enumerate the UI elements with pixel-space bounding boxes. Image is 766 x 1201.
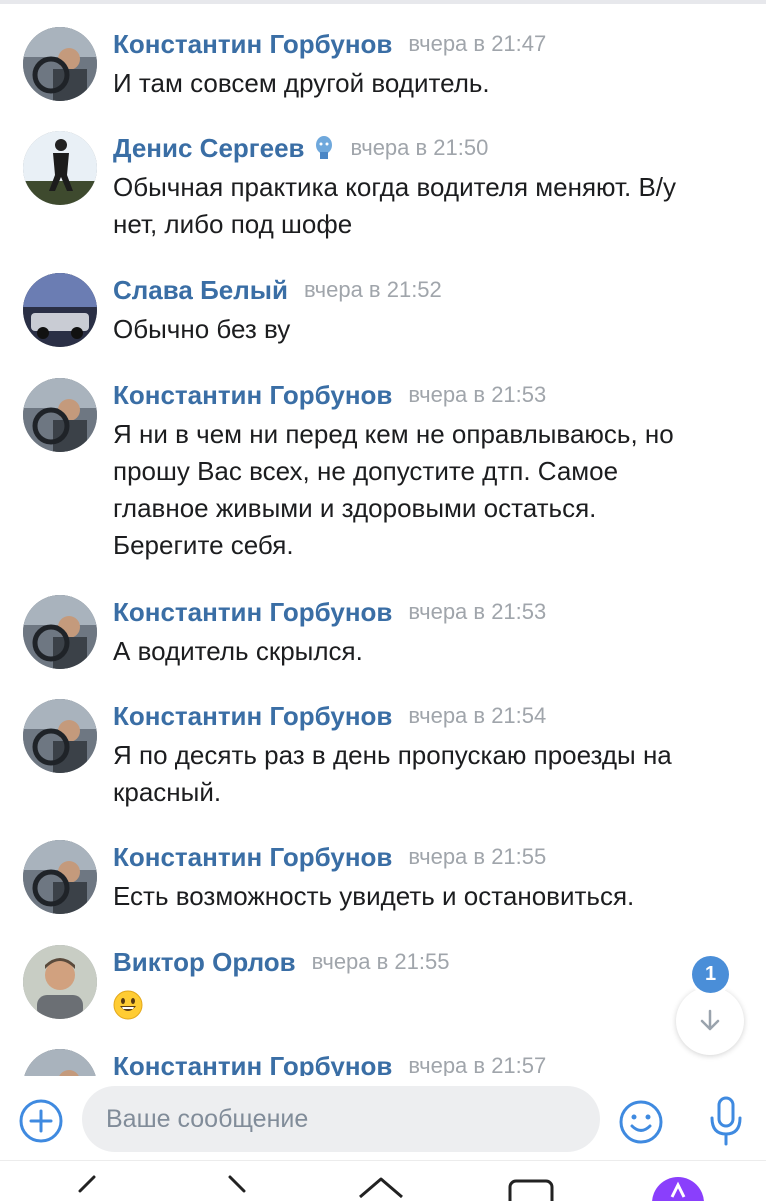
message-time: вчера в 21:53 xyxy=(408,599,547,624)
attach-button[interactable] xyxy=(18,1098,64,1144)
author-name[interactable]: Виктор Орлов xyxy=(113,947,296,977)
message-text xyxy=(113,983,743,1020)
message-line: Берегите себя. xyxy=(113,530,294,560)
bottom-nav xyxy=(0,1160,766,1201)
author-name[interactable]: Константин Горбунов xyxy=(113,1051,392,1076)
author-name[interactable]: Константин Горбунов xyxy=(113,597,392,627)
message-text: Я по десять раз в день пропускаю проезды… xyxy=(113,737,743,811)
forward-icon[interactable] xyxy=(222,1175,252,1201)
message-line: Обычная практика когда водителя меняют. … xyxy=(113,172,677,202)
message-text: Обычно без ву xyxy=(113,311,743,348)
avatar[interactable] xyxy=(23,273,97,347)
message-text: Обычная практика когда водителя меняют. … xyxy=(113,169,743,243)
author-name[interactable]: Слава Белый xyxy=(113,275,288,305)
message-text: Есть возможность увидеть и остановиться. xyxy=(113,878,743,915)
back-icon[interactable] xyxy=(72,1175,102,1201)
message-time: вчера в 21:57 xyxy=(408,1053,547,1076)
emoji-button[interactable] xyxy=(617,1098,665,1146)
message-input[interactable] xyxy=(82,1086,600,1152)
avatar[interactable] xyxy=(23,131,97,205)
message-time: вчера в 21:55 xyxy=(311,949,450,974)
avatar[interactable] xyxy=(23,595,97,669)
author-name[interactable]: Константин Горбунов xyxy=(113,842,392,872)
avatar[interactable] xyxy=(23,1049,97,1076)
avatar[interactable] xyxy=(23,27,97,101)
message-time: вчера в 21:54 xyxy=(408,703,547,728)
message-time: вчера в 21:47 xyxy=(408,31,547,56)
message-line: Есть возможность увидеть и остановиться. xyxy=(113,881,635,911)
avatar[interactable] xyxy=(23,378,97,452)
home-icon[interactable] xyxy=(356,1175,406,1201)
author-name[interactable]: Денис Сергеев xyxy=(113,133,305,163)
blue-badge-icon xyxy=(313,135,335,161)
message-time: вчера в 21:50 xyxy=(350,135,489,160)
message-line: прошу Вас всех, не допустите дтп. Самое xyxy=(113,456,619,486)
message-time: вчера в 21:52 xyxy=(303,277,442,302)
author-name[interactable]: Константин Горбунов xyxy=(113,701,392,731)
message-text: Я ни в чем ни перед кем не оправлываюсь,… xyxy=(113,416,743,564)
message-line: главное живыми и здоровыми остаться. xyxy=(113,493,597,523)
scroll-down-button[interactable] xyxy=(676,987,744,1055)
avatar[interactable] xyxy=(23,840,97,914)
message-time: вчера в 21:53 xyxy=(408,382,547,407)
avatar[interactable] xyxy=(23,945,97,1019)
avatar[interactable] xyxy=(23,699,97,773)
composer xyxy=(0,1076,766,1160)
message-line: Я по десять раз в день пропускаю проезды… xyxy=(113,740,672,770)
message-text: И там совсем другой водитель. xyxy=(113,65,743,102)
message-time: вчера в 21:55 xyxy=(408,844,547,869)
unread-count-badge[interactable]: 1 xyxy=(692,956,729,993)
message-line: нет, либо под шофе xyxy=(113,209,353,239)
message-line: красный. xyxy=(113,777,222,807)
arrow-down-icon xyxy=(700,1009,720,1031)
microphone-button[interactable] xyxy=(702,1094,750,1148)
message-line: А водитель скрылся. xyxy=(113,636,363,666)
message-list[interactable]: Константин Горбунов вчера в 21:47 И там с… xyxy=(0,0,766,1076)
plus-circle-icon xyxy=(19,1099,63,1143)
assistant-icon[interactable] xyxy=(650,1175,706,1201)
smile-icon xyxy=(619,1100,663,1144)
message-text: А водитель скрылся. xyxy=(113,633,743,670)
author-name[interactable]: Константин Горбунов xyxy=(113,380,392,410)
message-line: Я ни в чем ни перед кем не оправлываюсь,… xyxy=(113,419,674,449)
tabs-icon[interactable] xyxy=(507,1175,555,1201)
microphone-icon xyxy=(710,1096,742,1146)
author-name[interactable]: Константин Горбунов xyxy=(113,29,392,59)
message-line: Обычно без ву xyxy=(113,314,291,344)
grinning-face-icon xyxy=(113,990,143,1020)
message-line: И там совсем другой водитель. xyxy=(113,68,490,98)
